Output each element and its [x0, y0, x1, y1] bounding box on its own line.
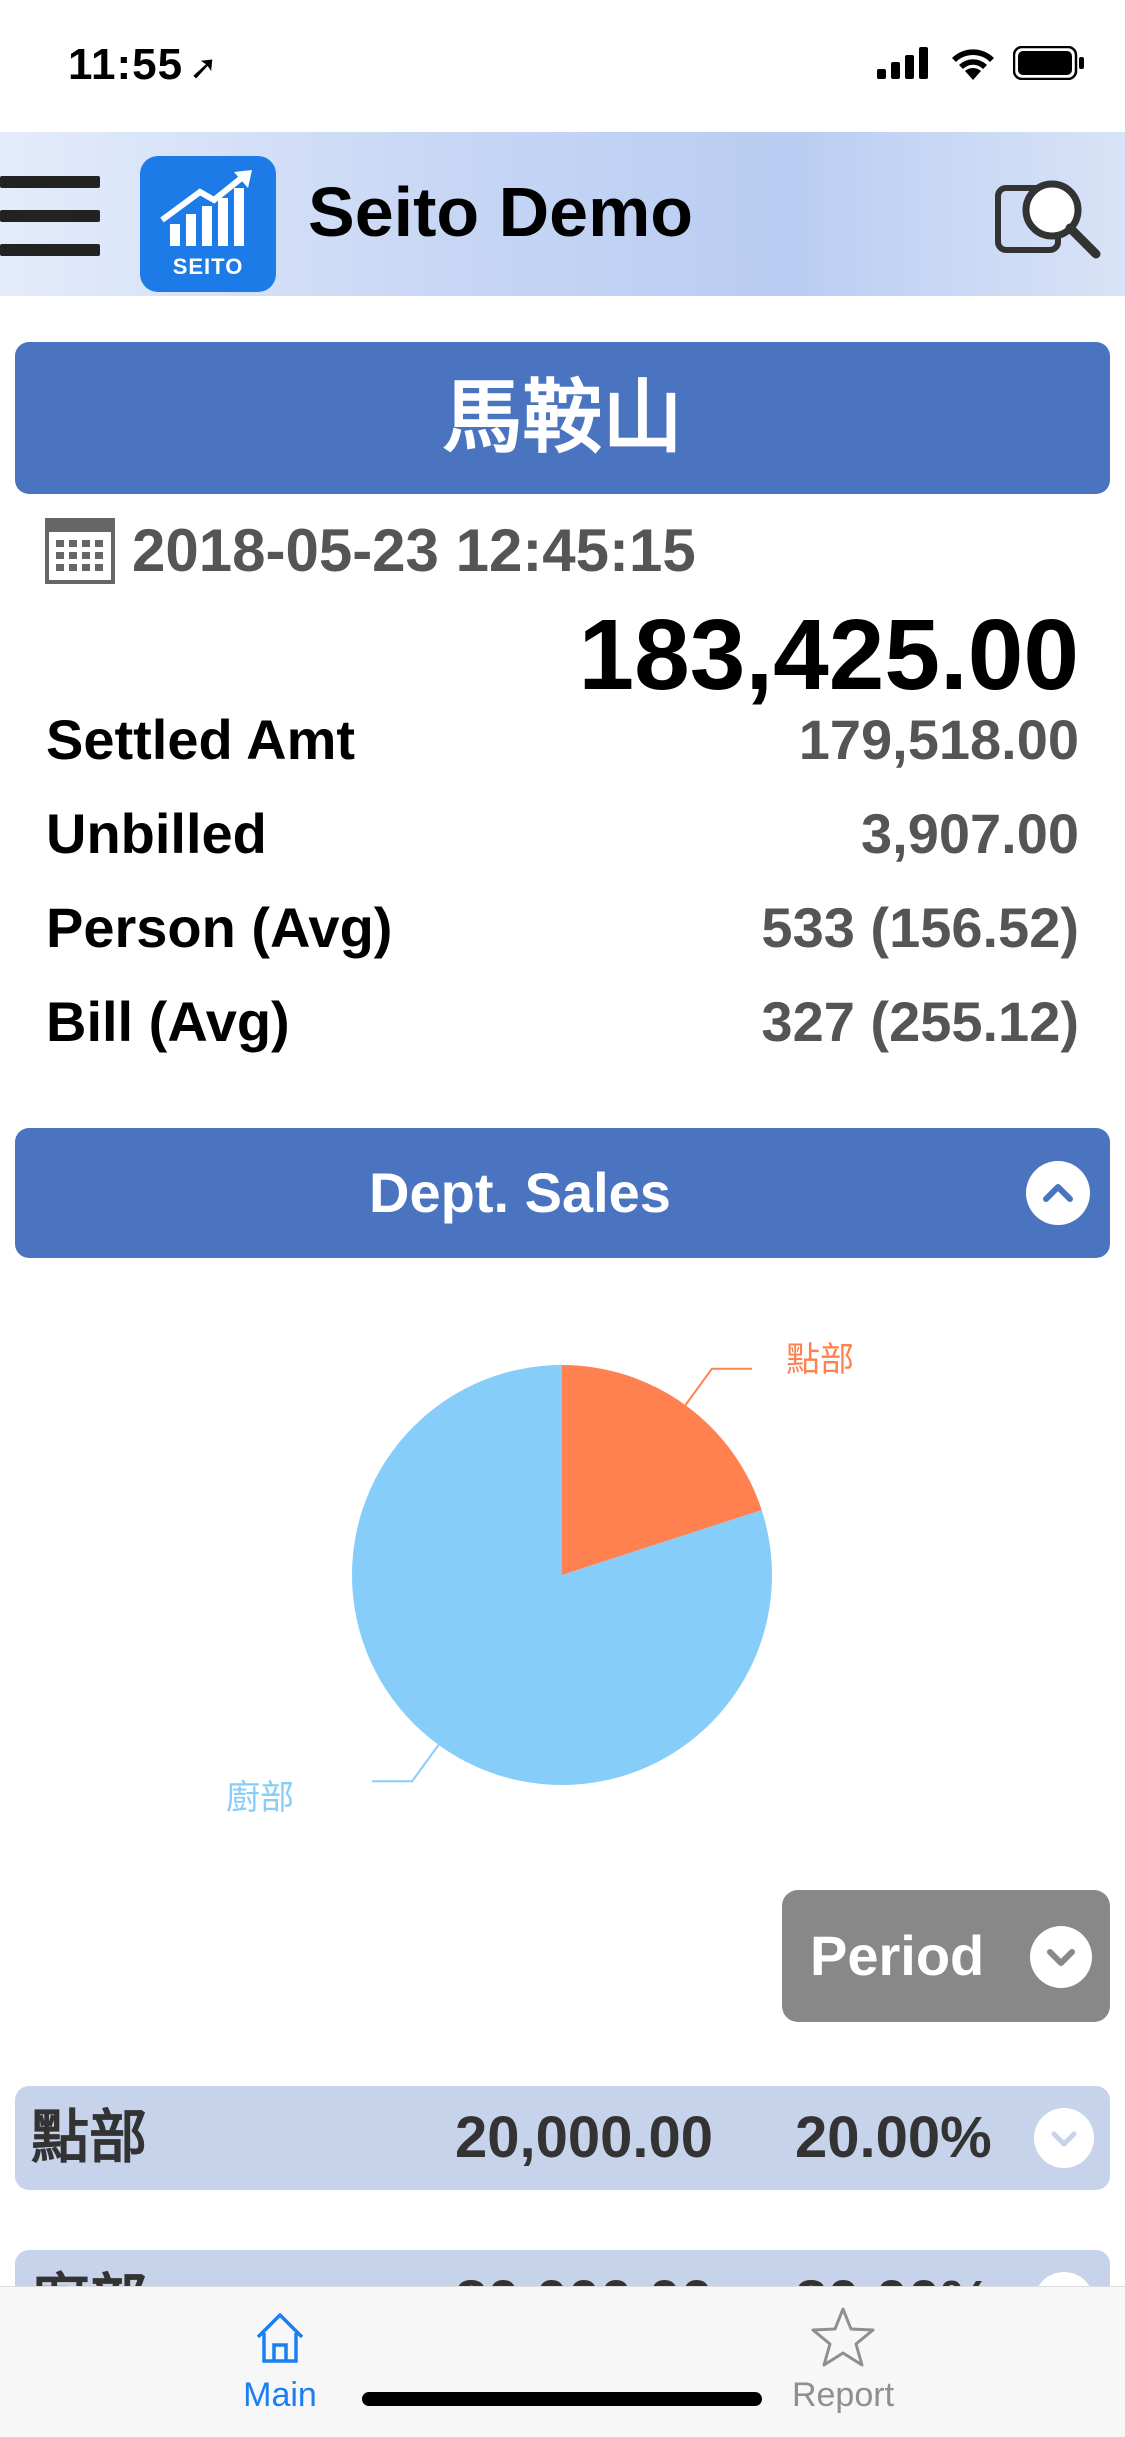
- dept-row-dim-sum[interactable]: 點部 20,000.00 20.00%: [15, 2086, 1110, 2190]
- app-title: Seito Demo: [308, 173, 694, 251]
- stat-label: Person (Avg): [46, 896, 393, 959]
- bill-avg-row: Bill (Avg) 327 (255.12): [46, 982, 1079, 1062]
- stat-value: 533 (156.52): [761, 896, 1079, 959]
- cellular-signal-icon: [877, 47, 928, 79]
- pie-label-dim-sum: 點部: [786, 1341, 854, 1379]
- stat-value: 179,518.00: [798, 708, 1079, 771]
- period-label: Period: [810, 1924, 985, 1987]
- date-row: 2018-05-23 12:45:15: [44, 510, 696, 590]
- calendar-icon: [45, 518, 115, 584]
- tab-label: Main: [243, 2376, 317, 2414]
- logo-text: SEITO: [172, 254, 244, 279]
- dept-pie-chart: 點部 廚部: [0, 1290, 1125, 1850]
- pie-label-kitchen: 廚部: [226, 1779, 294, 1817]
- chevron-down-icon[interactable]: [1034, 2108, 1094, 2168]
- branch-name: 馬鞍山: [15, 342, 1110, 494]
- chevron-up-icon[interactable]: [1026, 1161, 1090, 1225]
- stat-label: Unbilled: [46, 802, 267, 865]
- unbilled-row: Unbilled 3,907.00: [46, 794, 1079, 874]
- dept-percent: 20.00%: [795, 2105, 992, 2170]
- wifi-icon: [952, 49, 994, 80]
- status-icons: [877, 46, 1085, 80]
- nav-bar: SEITO Seito Demo: [0, 132, 1125, 296]
- clock-text: 11:55: [68, 40, 184, 89]
- search-icon[interactable]: [990, 168, 1110, 268]
- app-logo: SEITO: [140, 156, 276, 292]
- battery-icon: [1013, 46, 1084, 80]
- period-button[interactable]: Period: [782, 1890, 1110, 2022]
- dept-amount: 20,000.00: [455, 2105, 714, 2170]
- growth-chart-icon: [160, 170, 252, 246]
- tab-label: Report: [791, 2376, 895, 2414]
- datetime-text: 2018-05-23 12:45:15: [132, 516, 696, 584]
- tab-bar: Main Report: [0, 2286, 1125, 2437]
- settled-amt-row: Settled Amt 179,518.00: [46, 700, 1079, 780]
- home-icon: [256, 2313, 304, 2363]
- total-amount: 183,425.00: [578, 599, 1080, 711]
- star-icon: [811, 2307, 875, 2367]
- stat-value: 3,907.00: [861, 802, 1079, 865]
- home-indicator: [362, 2392, 762, 2406]
- stat-label: Bill (Avg): [46, 990, 290, 1053]
- dept-sales-header[interactable]: Dept. Sales: [15, 1128, 1110, 1258]
- status-time: 11:55 ➚: [68, 40, 219, 90]
- status-bar: 11:55 ➚: [0, 0, 1125, 132]
- pie-svg: [352, 1365, 772, 1785]
- tab-main[interactable]: Main: [200, 2307, 360, 2415]
- hamburger-menu-icon[interactable]: [0, 176, 104, 256]
- stat-label: Settled Amt: [46, 708, 356, 771]
- dept-name: 點部: [31, 2105, 148, 2170]
- section-title: Dept. Sales: [369, 1161, 671, 1224]
- chevron-down-icon: [1030, 1926, 1092, 1988]
- pie-leader-line: [372, 1744, 440, 1783]
- pie-leader-line: [684, 1367, 752, 1406]
- tab-report[interactable]: Report: [763, 2307, 923, 2415]
- person-avg-row: Person (Avg) 533 (156.52): [46, 888, 1079, 968]
- location-arrow-icon: ➚: [189, 49, 219, 87]
- stat-value: 327 (255.12): [761, 990, 1079, 1053]
